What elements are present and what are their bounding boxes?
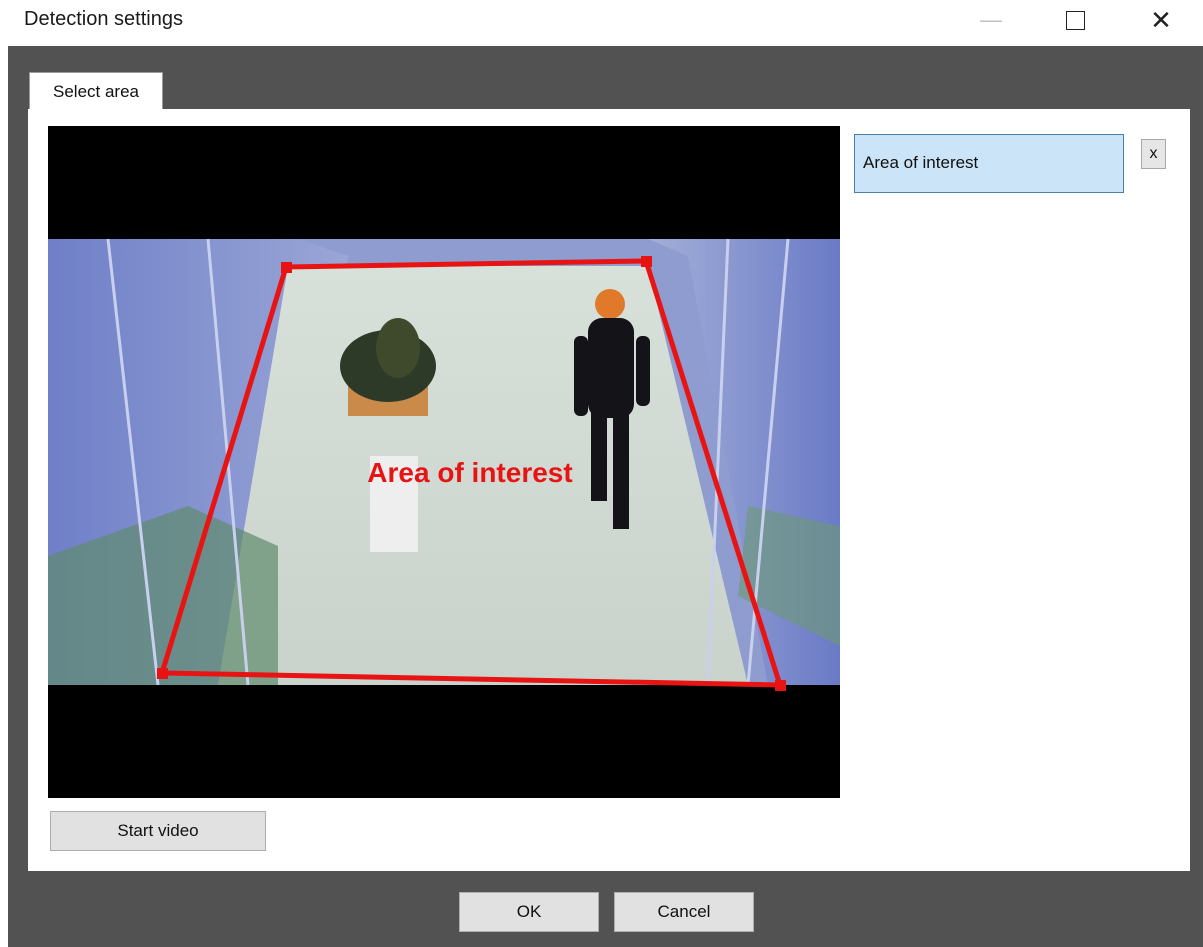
ok-label: OK: [516, 902, 542, 921]
zone-label: Area of interest: [367, 457, 572, 488]
zone-handle[interactable]: [641, 256, 652, 267]
remove-area-button[interactable]: x: [1141, 139, 1166, 169]
maximize-button[interactable]: [1052, 0, 1098, 40]
close-button[interactable]: ✕: [1138, 0, 1184, 40]
cancel-label: Cancel: [657, 902, 711, 921]
cancel-button[interactable]: Cancel: [614, 892, 754, 932]
tab-label: Select area: [53, 81, 139, 101]
start-video-button[interactable]: Start video: [50, 811, 266, 851]
start-video-label: Start video: [117, 821, 199, 840]
window-title: Detection settings: [24, 8, 183, 30]
close-icon: ✕: [1150, 4, 1172, 35]
video-preview[interactable]: Area of interest: [48, 126, 840, 798]
tab-select-area[interactable]: Select area: [29, 72, 163, 110]
zone-handle[interactable]: [775, 680, 786, 691]
maximize-icon: [1065, 10, 1085, 30]
video-frame-canvas: Area of interest: [48, 238, 840, 691]
zone-handle[interactable]: [281, 262, 292, 273]
minimize-icon: —: [980, 7, 1002, 32]
zone-handle[interactable]: [157, 668, 168, 679]
title-bar: Detection settings — ✕: [0, 0, 1203, 46]
minimize-button[interactable]: —: [968, 0, 1014, 40]
area-item-label: Area of interest: [863, 153, 979, 172]
area-list-item[interactable]: Area of interest: [854, 134, 1124, 193]
remove-label: x: [1149, 145, 1158, 162]
ok-button[interactable]: OK: [459, 892, 599, 932]
